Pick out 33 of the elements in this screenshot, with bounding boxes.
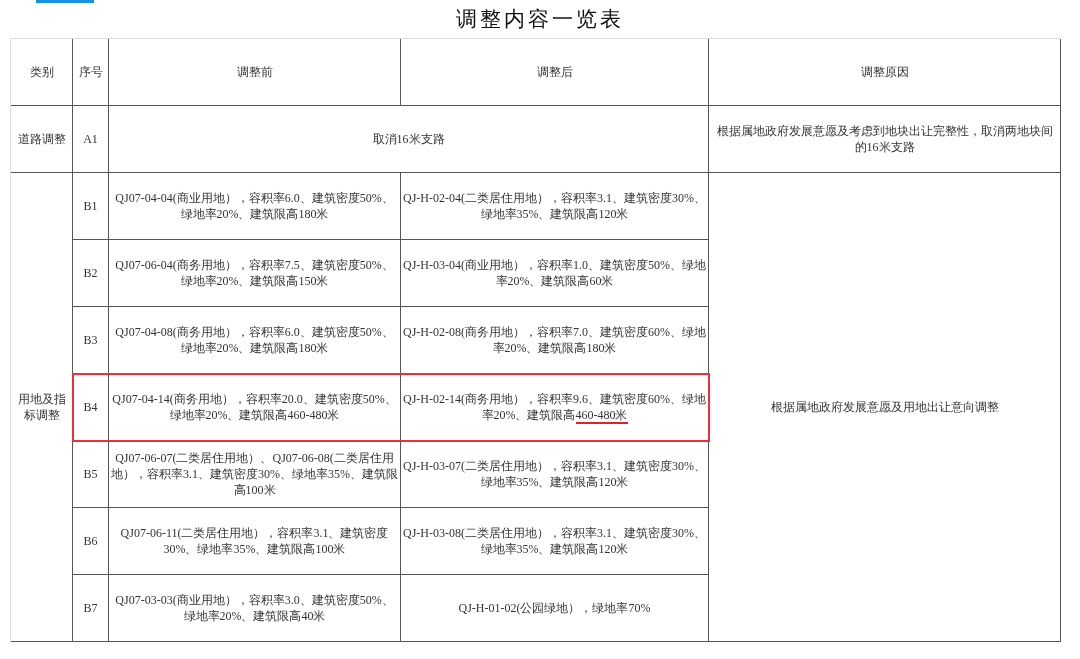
table-cell: QJ-H-02-14(商务用地），容积率9.6、建筑密度60%、绿地率20%、建筑限高460-480米 [401,374,709,441]
table-cell: B5 [73,441,109,508]
column-header: 调整原因 [709,39,1061,106]
table-cell: QJ-H-01-02(公园绿地），绿地率70% [401,575,709,642]
table-cell: 根据属地政府发展意愿及用地出让意向调整 [709,173,1061,642]
table-cell: QJ-H-02-04(二类居住用地），容积率3.1、建筑密度30%、绿地率35%、建筑限高120米 [401,173,709,240]
table-cell: QJ07-06-11(二类居住用地），容积率3.1、建筑密度30%、绿地率35%、建筑限高100米 [109,508,401,575]
table-cell: QJ07-03-03(商业用地），容积率3.0、建筑密度50%、绿地率20%、建筑限高40米 [109,575,401,642]
table-cell: B7 [73,575,109,642]
column-header: 类别 [11,39,73,106]
column-header: 序号 [73,39,109,106]
column-header: 调整后 [401,39,709,106]
table-cell: QJ-H-03-07(二类居住用地），容积率3.1、建筑密度30%、绿地率35%、建筑限高120米 [401,441,709,508]
table-cell: A1 [73,106,109,173]
table-cell: B2 [73,240,109,307]
table-cell: QJ07-04-08(商务用地），容积率6.0、建筑密度50%、绿地率20%、建筑限高180米 [109,307,401,374]
table-cell: QJ-H-03-08(二类居住用地），容积率3.1、建筑密度30%、绿地率35%、建筑限高120米 [401,508,709,575]
table-cell: 用地及指标调整 [11,173,73,642]
table-cell: QJ07-06-04(商务用地），容积率7.5、建筑密度50%、绿地率20%、建筑限高150米 [109,240,401,307]
table-cell: QJ-H-02-08(商务用地），容积率7.0、建筑密度60%、绿地率20%、建筑限高180米 [401,307,709,374]
table-cell: B1 [73,173,109,240]
table-cell: 根据属地政府发展意愿及考虑到地块出让完整性，取消两地块间的16米支路 [709,106,1061,173]
table-title: 调整内容一览表 [455,6,625,33]
table-cell: QJ07-06-07(二类居住用地）、QJ07-06-08(二类居住用地），容积率3.1、建筑密度30%、绿地率35%、建筑限高100米 [109,441,401,508]
table-cell: QJ07-04-14(商务用地），容积率20.0、建筑密度50%、绿地率20%、建筑限高460-480米 [109,374,401,441]
column-header: 调整前 [109,39,401,106]
table-cell: QJ07-04-04(商业用地），容积率6.0、建筑密度50%、绿地率20%、建筑限高180米 [109,173,401,240]
table-cell: 取消16米支路 [109,106,709,173]
table-cell: QJ-H-03-04(商业用地），容积率1.0、建筑密度50%、绿地率20%、建筑限高60米 [401,240,709,307]
table-cell: B3 [73,307,109,374]
table-cell: B6 [73,508,109,575]
table-cell: 道路调整 [11,106,73,173]
table-cell: B4 [73,374,109,441]
